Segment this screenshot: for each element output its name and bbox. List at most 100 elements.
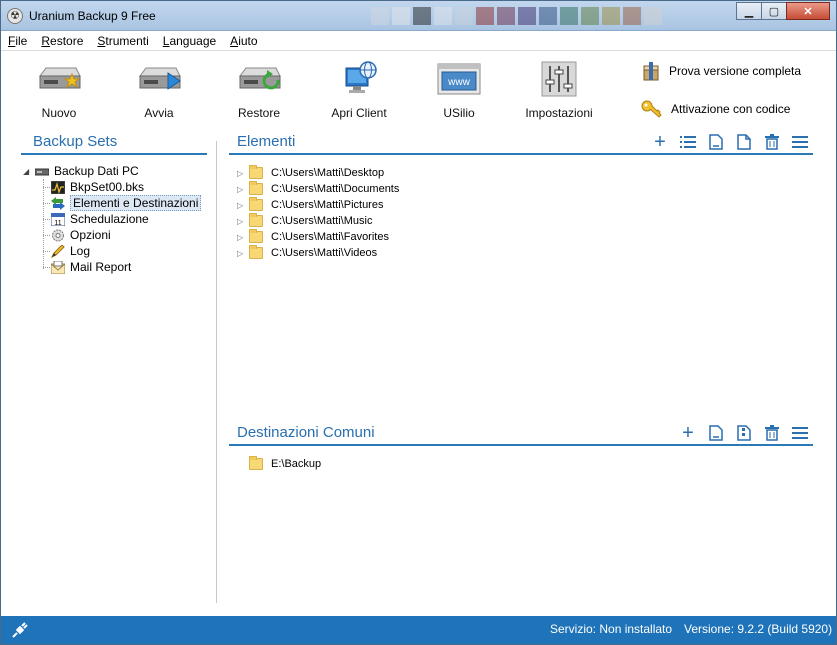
prova-label: Prova versione completa [669,64,802,78]
collapse-triangle-icon[interactable]: ◢ [23,167,35,176]
folder-icon [249,245,263,259]
nuovo-label: Nuovo [41,106,77,120]
elementi-title: Elementi [237,133,296,150]
monitor-globe-icon [345,61,377,93]
list-item[interactable]: ▷ C:\Users\Matti\Desktop [237,165,399,181]
folder-icon [249,456,263,470]
gear-icon [52,229,64,241]
destinazioni-actions: + [679,423,809,443]
add-icon[interactable]: + [679,423,697,443]
edit-document-icon[interactable] [707,133,725,151]
menu-strumenti-label: trumenti [105,33,149,48]
toolbar: Nuovo Avvia Restore Apri Client www USil… [1,52,836,128]
drive-play-icon [139,67,181,90]
list-item-label: C:\Users\Matti\Documents [271,183,400,195]
restore-button[interactable]: Restore [209,60,309,124]
tree-root-backup-dati-pc[interactable]: ◢ Backup Dati PC [23,163,139,179]
tree-item-bkpset-label: BkpSet00.bks [70,180,145,194]
menu-aiuto[interactable]: Aiuto [230,34,257,48]
tree-item-elementi-destinazioni[interactable]: Elementi e Destinazioni [51,195,202,211]
list-item-label: C:\Users\Matti\Desktop [271,167,385,179]
menu-hamburger-icon[interactable] [791,424,809,442]
tree-item-schedulazione[interactable]: 11 Schedulazione [51,211,149,227]
menu-language-label: anguage [169,33,217,48]
elementi-header: Elementi + [229,131,813,155]
expand-triangle-icon[interactable]: ▷ [237,233,247,242]
apri-client-button[interactable]: Apri Client [309,60,409,124]
list-item[interactable]: ▷ C:\Users\Matti\Music [237,213,399,229]
destinazioni-list: E:\Backup [237,456,321,472]
list-item-label: E:\Backup [271,458,322,470]
menu-restore[interactable]: Restore [41,34,83,48]
menu-strumenti[interactable]: Strumenti [97,34,148,48]
avvia-button[interactable]: Avvia [109,60,209,124]
trash-icon[interactable] [763,133,781,151]
plug-icon[interactable] [11,621,29,639]
usilio-button[interactable]: www USilio [409,60,509,124]
trash-icon[interactable] [763,424,781,442]
list-item[interactable]: ▷ C:\Users\Matti\Documents [237,181,399,197]
backup-sets-title: Backup Sets [21,131,207,155]
list-item-label: C:\Users\Matti\Pictures [271,199,384,211]
destinazioni-title: Destinazioni Comuni [237,424,375,441]
menu-hamburger-icon[interactable] [791,133,809,151]
menu-aiuto-accel: A [230,33,239,48]
drive-restore-icon [239,67,281,90]
destinazioni-header: Destinazioni Comuni + [229,422,813,446]
expand-triangle-icon[interactable]: ▷ [237,201,247,210]
avvia-label: Avvia [144,106,174,120]
edit-document-icon[interactable] [707,424,725,442]
activity-chart-icon [51,180,65,194]
tree-item-bkpset[interactable]: BkpSet00.bks [51,179,144,195]
usilio-label: USilio [443,106,475,120]
drive-new-icon [39,67,81,89]
list-item-label: C:\Users\Matti\Videos [271,247,378,259]
elementi-actions: + [651,132,809,152]
expand-triangle-icon[interactable]: ▷ [237,249,247,258]
tree-item-elementi-label: Elementi e Destinazioni [70,195,202,211]
folder-icon [249,213,263,227]
attivazione-button[interactable]: Attivazione con codice [641,99,790,119]
version-info: Versione: 9.2.2 (Build 5920) [684,622,833,636]
tree-item-log[interactable]: Log [51,243,90,259]
add-icon[interactable]: + [651,132,669,152]
menu-language[interactable]: Language [163,34,216,48]
elementi-list: ▷ C:\Users\Matti\Desktop ▷ C:\Users\Matti\… [237,165,399,261]
backup-sets-panel: Backup Sets ◢ Backup Dati PC BkpSet00.bk… [21,131,207,611]
list-item[interactable]: ▷ C:\Users\Matti\Pictures [237,197,399,213]
list-item[interactable]: ▷ C:\Users\Matti\Favorites [237,229,399,245]
new-document-icon[interactable] [735,133,753,151]
menu-file[interactable]: File [8,34,27,48]
tree-item-opzioni[interactable]: Opzioni [51,227,111,243]
radiation-icon: ☢ [7,8,23,24]
menu-bar: File Restore Strumenti Language Aiuto [1,31,836,51]
expand-triangle-icon[interactable]: ▷ [237,169,247,178]
destinazioni-section: Destinazioni Comuni + E:\Backup [229,422,813,470]
prova-versione-button[interactable]: Prova versione completa [641,60,801,82]
nuovo-button[interactable]: Nuovo [9,60,109,124]
service-status: Servizio: Non installato [550,622,673,636]
impostazioni-button[interactable]: Impostazioni [509,60,609,124]
expand-triangle-icon[interactable]: ▷ [237,217,247,226]
calendar-icon: 11 [51,212,65,226]
list-item[interactable]: E:\Backup [237,456,321,472]
menu-restore-accel: R [41,33,51,48]
minimize-button[interactable]: ▁ [736,2,762,20]
maximize-button[interactable]: ▢ [761,2,787,20]
impostazioni-label: Impostazioni [525,106,593,120]
close-button[interactable]: ✕ [786,2,830,20]
svg-text:11: 11 [54,220,61,226]
background-swatches [371,7,711,27]
package-icon [643,62,659,81]
panel-splitter[interactable] [216,141,217,603]
list-details-icon[interactable] [679,133,697,151]
app-window: ☢ Uranium Backup 9 Free ▁ ▢ ✕ File Resto… [0,0,837,645]
transfer-arrows-icon [51,196,65,210]
list-item[interactable]: ▷ C:\Users\Matti\Videos [237,245,399,261]
tree-item-mail-report-label: Mail Report [70,260,132,274]
tree-item-schedulazione-label: Schedulazione [70,212,149,226]
expand-triangle-icon[interactable]: ▷ [237,185,247,194]
folder-icon [249,197,263,211]
tree-item-mail-report[interactable]: Mail Report [51,259,131,275]
archive-document-icon[interactable] [735,424,753,442]
